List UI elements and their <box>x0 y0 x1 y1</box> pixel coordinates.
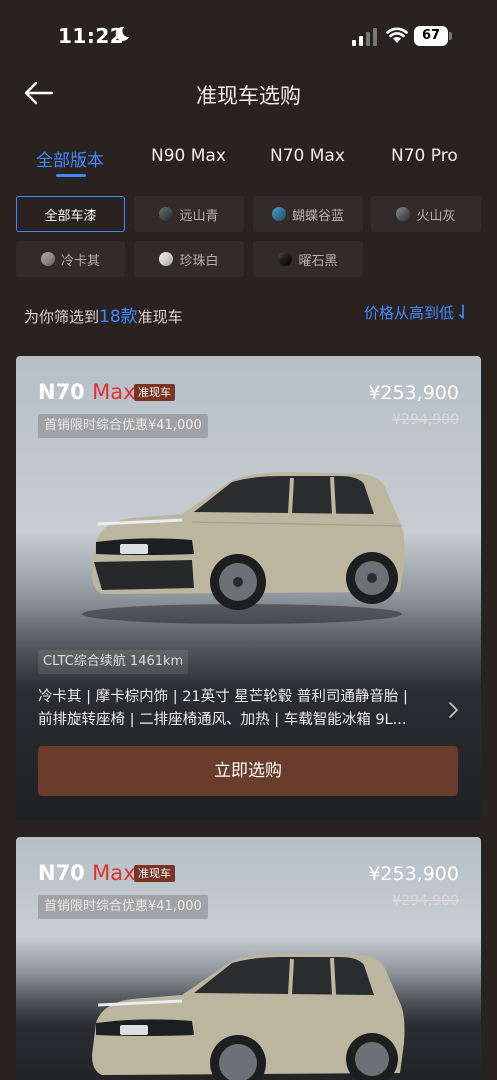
active-tab-indicator <box>56 174 86 177</box>
range-tag: CLTC综合续航 1461km <box>38 650 189 674</box>
color-swatch-icon <box>159 207 174 221</box>
wifi-icon <box>386 27 408 43</box>
model-suffix: Max <box>92 380 136 404</box>
color-swatch-icon <box>40 252 55 266</box>
filter-count: 18款 <box>99 307 138 327</box>
color-chip-lengkaqi[interactable]: 冷卡其 <box>16 241 125 277</box>
spec-summary: 冷卡其 | 摩卡棕内饰 | 21英寸 星芒轮毂 普利司通静音胎 | 前排旋转座椅… <box>38 686 438 732</box>
vehicle-card[interactable]: N70 Max 准现车 ¥253,900 ¥294,900 首销限时综合优惠¥4… <box>16 356 481 820</box>
filter-prefix: 为你筛选到 <box>24 308 100 326</box>
moon-icon <box>115 26 129 41</box>
color-chip-huoshanhui[interactable]: 火山灰 <box>371 196 481 232</box>
stock-badge: 准现车 <box>134 865 175 882</box>
color-chip-label: 远山青 <box>179 208 219 224</box>
color-chip-label: 火山灰 <box>416 208 456 224</box>
buy-now-button[interactable]: 立即选购 <box>38 746 458 796</box>
color-chip-hudiegulan[interactable]: 蝴蝶谷蓝 <box>253 196 363 232</box>
spec-line: 冷卡其 | 摩卡棕内饰 | 21英寸 星芒轮毂 普利司通静音胎 | <box>38 689 408 705</box>
color-swatch-icon <box>396 207 411 221</box>
battery-cap <box>449 32 452 40</box>
filter-suffix: 准现车 <box>137 308 183 326</box>
color-chip-label: 蝴蝶谷蓝 <box>291 208 344 224</box>
color-swatch-icon <box>278 252 293 266</box>
model-name: N70 <box>38 380 85 404</box>
color-chip-label: 曜石黑 <box>298 253 338 269</box>
model-name: N70 <box>38 861 85 885</box>
spec-line: 前排旋转座椅 | 二排座椅通风、加热 | 车载智能冰箱 9L... <box>38 712 407 728</box>
tab-n70-pro[interactable]: N70 Pro <box>391 146 458 166</box>
battery-level: 67 <box>414 26 448 46</box>
card-model-name: N70 Max <box>38 861 136 885</box>
color-chip-yuanshanqing[interactable]: 远山青 <box>134 196 244 232</box>
cellular-signal-icon <box>352 28 377 46</box>
car-image <box>82 472 405 624</box>
color-chip-yaoshihei[interactable]: 曜石黑 <box>253 241 363 277</box>
vehicle-card[interactable]: N70 Max 准现车 ¥253,900 ¥294,900 首销限时综合优惠¥4… <box>16 837 481 1080</box>
color-chip-zhenzhubai[interactable]: 珍珠白 <box>134 241 244 277</box>
battery-icon: 67 <box>414 26 452 46</box>
color-chip-label: 全部车漆 <box>44 208 97 224</box>
filter-result-text: 为你筛选到18款准现车 <box>24 302 183 327</box>
card-price: ¥253,900 <box>368 863 459 885</box>
tab-n90-max[interactable]: N90 Max <box>151 146 226 166</box>
color-chip-all[interactable]: 全部车漆 <box>16 196 125 232</box>
color-chip-label: 珍珠白 <box>179 253 219 269</box>
color-chip-label: 冷卡其 <box>60 253 100 269</box>
card-original-price: ¥294,900 <box>392 412 459 428</box>
color-swatch-icon <box>159 252 174 266</box>
car-image <box>92 953 405 1080</box>
tab-all-versions[interactable]: 全部版本 <box>36 146 104 171</box>
card-price: ¥253,900 <box>368 382 459 404</box>
promo-tag: 首销限时综合优惠¥41,000 <box>38 414 208 438</box>
card-model-name: N70 Max <box>38 380 136 404</box>
version-tabs: 全部版本 N90 Max N70 Max N70 Pro <box>0 140 497 180</box>
filter-summary-bar: 为你筛选到18款准现车 价格从高到低 <box>0 294 497 330</box>
tab-n70-max[interactable]: N70 Max <box>270 146 345 166</box>
status-bar: 11:22 67 <box>0 0 497 60</box>
color-swatch-icon <box>271 207 286 221</box>
chevron-right-icon[interactable] <box>447 700 459 720</box>
sort-label: 价格从高到低 <box>364 304 455 322</box>
page-title: 准现车选购 <box>196 84 301 108</box>
sort-arrow-icon <box>458 304 464 319</box>
model-suffix: Max <box>92 861 136 885</box>
sort-button[interactable]: 价格从高到低 <box>364 302 469 323</box>
stock-badge: 准现车 <box>134 384 175 401</box>
promo-tag: 首销限时综合优惠¥41,000 <box>38 895 208 919</box>
nav-bar: 准现车选购 <box>0 64 497 124</box>
card-original-price: ¥294,900 <box>392 893 459 909</box>
